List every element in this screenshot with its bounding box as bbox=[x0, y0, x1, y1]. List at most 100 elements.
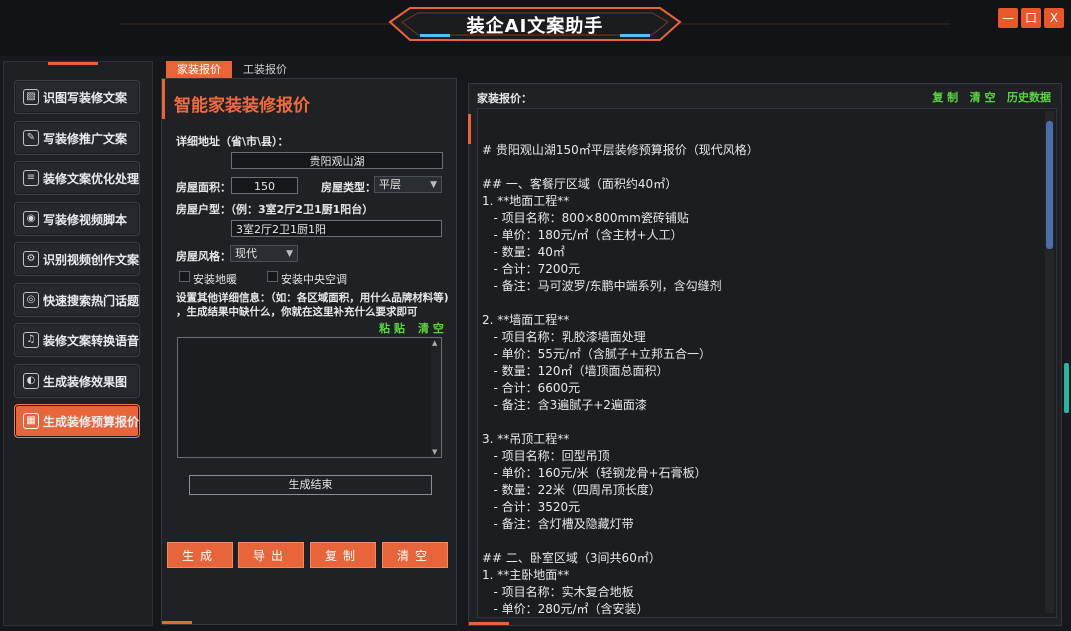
details-hint-line1: 设置其他详细信息：（如：各区域面积，用什么品牌材料等) bbox=[176, 292, 449, 304]
layout-hint: （例：3室2厅2卫1厨1阳台） bbox=[225, 203, 374, 216]
page-scroll-indicator[interactable] bbox=[1064, 363, 1069, 413]
result-line: - 单价：160元/米（轻钢龙骨+石膏板） bbox=[482, 466, 707, 480]
sidebar-item-label: 生成装修效果图 bbox=[43, 375, 128, 389]
sidebar-item-5[interactable]: ◎ 快速搜索热门话题 bbox=[14, 283, 140, 317]
textarea-scrollbar[interactable]: ▲ ▼ bbox=[431, 338, 441, 457]
sidebar-item-4[interactable]: ⚙ 识别视频创作文案 bbox=[14, 242, 140, 276]
palette-icon: ◐ bbox=[23, 373, 39, 389]
paste-link[interactable]: 粘 贴 bbox=[379, 320, 405, 336]
sidebar-item-0[interactable]: ▨ 识图写装修文案 bbox=[14, 80, 140, 114]
details-hint-line2: ，生成结果中缺什么，你就在这里补充什么要求即可 bbox=[176, 306, 418, 318]
result-line: ## 二、卧室区域（3间共60㎡） bbox=[482, 551, 661, 565]
result-line: - 备注：含3遍腻子+2遍面漆 bbox=[482, 398, 647, 412]
result-line: - 备注：马可波罗/东鹏中端系列，含勾缝剂 bbox=[482, 279, 722, 293]
result-line: - 合计：3520元 bbox=[482, 500, 581, 514]
result-line: - 项目名称：800×800mm瓷砖铺贴 bbox=[482, 211, 689, 225]
chevron-down-icon: ▼ bbox=[430, 180, 437, 190]
generate-button[interactable]: 生成 bbox=[167, 542, 233, 568]
result-line: 2. **墙面工程** bbox=[482, 313, 570, 327]
result-line: 1. **主卧地面** bbox=[482, 568, 570, 582]
sidebar: ▨ 识图写装修文案 ✎ 写装修推广文案 ≡ 装修文案优化处理 ◉ 写装修视频脚本 ⚙ 识别视频创作… bbox=[3, 61, 153, 626]
result-line: ## 一、客餐厅区域（面积约40㎡） bbox=[482, 177, 678, 191]
sidebar-item-3[interactable]: ◉ 写装修视频脚本 bbox=[14, 202, 140, 236]
copy-button[interactable]: 复制 bbox=[310, 542, 376, 568]
sidebar-accent bbox=[48, 62, 98, 65]
result-scroll-thumb[interactable] bbox=[1046, 121, 1053, 249]
calculator-icon: ▦ bbox=[23, 413, 39, 429]
tab-commercial-quote[interactable]: 工装报价 bbox=[236, 61, 294, 79]
result-text-area[interactable]: # 贵阳观山湖150㎡平层装修预算报价（现代风格） ## 一、客餐厅区域（面积约4… bbox=[477, 108, 1057, 618]
sidebar-item-8[interactable]: ▦ 生成装修预算报价 bbox=[14, 404, 140, 438]
address-label: 详细地址（省\市\县）： bbox=[176, 135, 289, 148]
clear-extra-link[interactable]: 清 空 bbox=[418, 320, 444, 336]
camera-icon: ◉ bbox=[23, 211, 39, 227]
maximize-button[interactable]: 口 bbox=[1021, 8, 1041, 28]
result-panel: 家装报价： 复 制 清 空 历史数据 # 贵阳观山湖150㎡平层装修预算报价（现… bbox=[468, 83, 1062, 626]
clear-result-link[interactable]: 清 空 bbox=[970, 91, 996, 104]
form-title: 智能家装装修报价 bbox=[174, 96, 310, 116]
style-select[interactable]: 现代 ▼ bbox=[230, 245, 298, 262]
copy-result-link[interactable]: 复 制 bbox=[932, 91, 958, 104]
result-line: - 单价：180元/㎡（含主材+人工） bbox=[482, 228, 683, 242]
result-line: 1. **地面工程** bbox=[482, 194, 570, 208]
export-button[interactable]: 导出 bbox=[238, 542, 304, 568]
area-label: 房屋面积： bbox=[176, 181, 231, 194]
address-input[interactable]: 贵阳观山湖 bbox=[231, 152, 443, 169]
sidebar-item-label: 装修文案转换语音 bbox=[43, 334, 140, 348]
result-accent-bottom bbox=[469, 622, 509, 625]
history-link[interactable]: 历史数据 bbox=[1007, 91, 1051, 104]
close-button[interactable]: X bbox=[1044, 8, 1064, 28]
location-icon: ◎ bbox=[23, 292, 39, 308]
panel-accent-bottom bbox=[162, 621, 192, 624]
sidebar-item-6[interactable]: ♫ 装修文案转换语音 bbox=[14, 323, 140, 357]
extra-requirements-text bbox=[178, 338, 441, 344]
tab-home-quote[interactable]: 家装报价 bbox=[166, 61, 232, 79]
sidebar-item-2[interactable]: ≡ 装修文案优化处理 bbox=[14, 161, 140, 195]
type-select[interactable]: 平层 ▼ bbox=[374, 176, 442, 193]
result-header: 家装报价： bbox=[477, 92, 532, 105]
sidebar-item-1[interactable]: ✎ 写装修推广文案 bbox=[14, 121, 140, 155]
sidebar-item-label: 写装修视频脚本 bbox=[43, 213, 128, 227]
result-line: 3. **吊顶工程** bbox=[482, 432, 570, 446]
result-content: # 贵阳观山湖150㎡平层装修预算报价（现代风格） ## 一、客餐厅区域（面积约4… bbox=[482, 142, 759, 617]
result-line: - 项目名称：回型吊顶 bbox=[482, 449, 610, 463]
sidebar-item-label: 写装修推广文案 bbox=[43, 132, 128, 146]
sidebar-item-7[interactable]: ◐ 生成装修效果图 bbox=[14, 364, 140, 398]
result-line: - 数量：22米（四周吊顶长度） bbox=[482, 483, 661, 497]
result-line: - 单价：55元/㎡（含腻子+立邦五合一） bbox=[482, 347, 711, 361]
result-line: - 备注：含灯槽及隐藏灯带 bbox=[482, 517, 634, 531]
scroll-up-icon[interactable]: ▲ bbox=[432, 339, 437, 347]
style-label: 房屋风格： bbox=[176, 250, 231, 263]
clear-button[interactable]: 清空 bbox=[382, 542, 448, 568]
result-line: - 数量：40㎡ bbox=[482, 245, 565, 259]
layout-label: 房屋户型： bbox=[176, 203, 231, 216]
minimize-button[interactable]: — bbox=[998, 8, 1018, 28]
title-bar: 装企AI文案助手 — 口 X bbox=[0, 0, 1071, 56]
type-label: 房屋类型： bbox=[321, 181, 376, 194]
result-line bbox=[482, 295, 759, 312]
sidebar-item-label: 装修文案优化处理 bbox=[43, 172, 140, 186]
floor-heating-checkbox[interactable] bbox=[179, 271, 190, 282]
scroll-down-icon[interactable]: ▼ bbox=[432, 448, 437, 456]
floor-heating-label: 安装地暖 bbox=[193, 273, 237, 286]
document-icon: ≡ bbox=[23, 170, 39, 186]
result-accent bbox=[468, 114, 471, 144]
sidebar-item-label: 识别视频创作文案 bbox=[43, 253, 140, 267]
central-ac-checkbox[interactable] bbox=[267, 271, 278, 282]
status-display: 生成结束 bbox=[189, 475, 432, 495]
area-input[interactable]: 150 bbox=[231, 177, 298, 194]
result-scrollbar[interactable] bbox=[1045, 111, 1054, 613]
pen-icon: ✎ bbox=[23, 130, 39, 146]
sidebar-item-label: 快速搜索热门话题 bbox=[43, 294, 140, 308]
chevron-down-icon: ▼ bbox=[286, 249, 293, 259]
app-title: 装企AI文案助手 bbox=[466, 16, 604, 37]
extra-requirements-textarea[interactable]: ▲ ▼ bbox=[177, 337, 442, 458]
layout-input[interactable]: 3室2厅2卫1厨1阳 bbox=[231, 220, 442, 237]
sidebar-item-label: 识图写装修文案 bbox=[43, 91, 128, 105]
result-line: - 合计：6600元 bbox=[482, 381, 581, 395]
quote-form-panel: 智能家装装修报价 详细地址（省\市\县）： 贵阳观山湖 房屋面积： 150 房屋… bbox=[161, 78, 457, 625]
result-line: - 项目名称：实木复合地板 bbox=[482, 585, 634, 599]
result-line: - 单价：280元/㎡（含安装） bbox=[482, 602, 649, 616]
sidebar-item-label: 生成装修预算报价 bbox=[43, 415, 140, 429]
result-line: - 合计：7200元 bbox=[482, 262, 581, 276]
